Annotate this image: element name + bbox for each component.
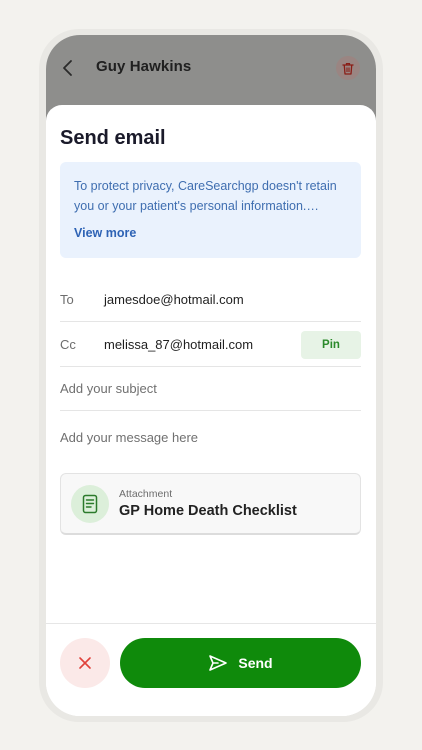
subject-input[interactable] — [60, 381, 361, 396]
attachment-text: Attachment GP Home Death Checklist — [119, 488, 297, 519]
cc-recipient[interactable]: melissa_87@hotmail.com — [104, 337, 253, 352]
privacy-notice-text: To protect privacy, CareSearchgp doesn't… — [74, 179, 337, 213]
sheet-title: Send email — [60, 127, 166, 149]
attachment-caption: Attachment — [119, 488, 173, 500]
close-icon — [79, 657, 91, 669]
to-recipient[interactable]: jamesdoe@hotmail.com — [104, 292, 244, 307]
delete-trash-icon[interactable] — [336, 56, 360, 80]
pin-button[interactable]: Pin — [301, 331, 361, 359]
document-icon — [71, 484, 109, 523]
to-label: To — [60, 292, 74, 307]
action-footer: Send — [46, 623, 376, 716]
send-email-sheet: Send email To protect privacy, CareSearc… — [46, 105, 376, 716]
privacy-notice: To protect privacy, CareSearchgp doesn't… — [60, 162, 361, 258]
subject-field-row — [60, 367, 361, 411]
message-field — [60, 429, 361, 449]
to-field-row: To jamesdoe@hotmail.com — [60, 278, 361, 322]
send-icon — [209, 655, 228, 671]
back-chevron-icon[interactable] — [60, 57, 76, 79]
cc-field-row: Cc melissa_87@hotmail.com Pin — [60, 323, 361, 367]
message-input[interactable] — [60, 430, 361, 445]
cancel-button[interactable] — [60, 638, 110, 688]
screen: Guy Hawkins Send email To protect privac… — [46, 35, 376, 716]
send-label: Send — [238, 655, 273, 671]
attachment-name: GP Home Death Checklist — [119, 503, 297, 519]
attachment-card[interactable]: Attachment GP Home Death Checklist — [60, 473, 361, 535]
view-more-link[interactable]: View more — [74, 226, 136, 240]
phone-frame: Guy Hawkins Send email To protect privac… — [39, 29, 383, 722]
contact-name: Guy Hawkins — [96, 58, 192, 75]
cc-label: Cc — [60, 337, 76, 352]
send-button[interactable]: Send — [120, 638, 361, 688]
